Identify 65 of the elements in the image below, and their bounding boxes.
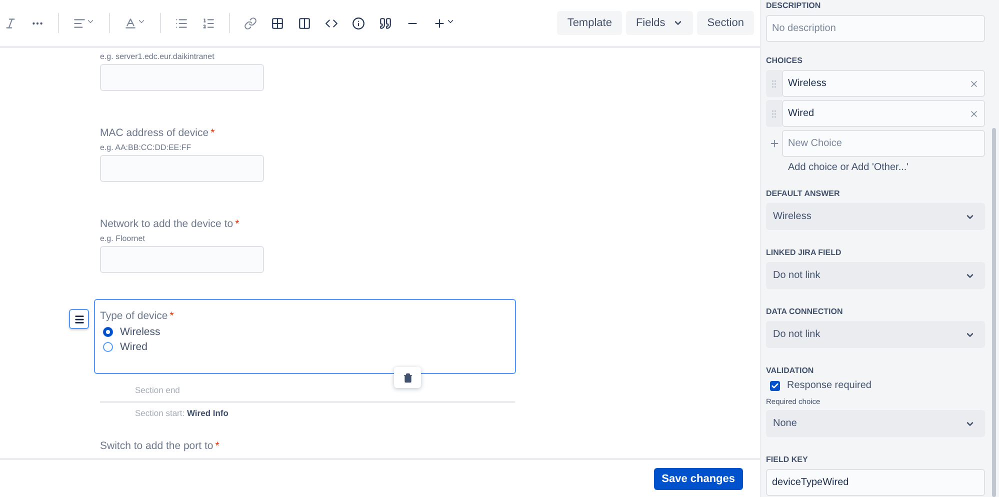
field-hint: e.g. Floornet [100, 234, 146, 243]
menu-icon[interactable] [74, 314, 84, 324]
select-field[interactable]: Wireless [766, 203, 985, 230]
required-asterisk: * [210, 127, 215, 139]
input-field[interactable] [100, 64, 264, 91]
trash-icon[interactable] [402, 372, 412, 382]
field-label: Switch to add the port to [100, 440, 214, 452]
code-icon[interactable] [325, 16, 338, 30]
select-field[interactable]: None [766, 410, 985, 437]
checkbox-label: Response required [787, 380, 872, 391]
section-label: LINKED JIRA FIELD [766, 248, 842, 257]
field-hint: e.g. server1.edc.eur.daikintranet [100, 52, 216, 61]
section-label: CHOICES [766, 56, 804, 65]
section-start-label: Section start: Wired Info [135, 408, 230, 418]
select-field[interactable]: Do not link [766, 262, 985, 289]
checkbox[interactable] [770, 380, 780, 390]
drag-handle-icon[interactable] [769, 108, 779, 118]
section-label: VALIDATION [766, 366, 815, 375]
numbered-list-icon[interactable] [202, 16, 215, 30]
field-label: Network to add the device to [100, 218, 234, 230]
save-button[interactable]: Save changes [654, 468, 743, 490]
close-icon[interactable] [969, 108, 979, 118]
input-field[interactable]: New Choice [782, 130, 985, 157]
italic-icon[interactable] [4, 16, 17, 30]
select-field[interactable]: Do not link [766, 321, 985, 348]
required-asterisk: * [215, 440, 220, 452]
bullet-list-icon[interactable] [175, 16, 188, 30]
toolbar-button[interactable]: Section [697, 11, 754, 35]
section-label: FIELD KEY [766, 455, 809, 464]
plus-icon[interactable] [433, 16, 446, 30]
section-end-label: Section end [135, 385, 181, 395]
menu-button[interactable] [69, 309, 89, 329]
field-label: MAC address of device [100, 127, 209, 139]
section-label: DEFAULT ANSWER [766, 189, 841, 198]
input-field[interactable]: deviceTypeWired [766, 469, 985, 496]
link-icon[interactable] [244, 16, 257, 30]
option-label: Wired [120, 341, 148, 353]
info-icon[interactable] [352, 16, 365, 30]
align-left-icon[interactable] [73, 16, 86, 30]
section-label: DATA CONNECTION [766, 307, 844, 316]
toolbar-button[interactable]: Template [557, 11, 622, 35]
columns-icon[interactable] [298, 16, 311, 30]
required-asterisk: * [170, 310, 174, 322]
caret-icon [673, 18, 684, 28]
radio-button[interactable] [103, 327, 113, 337]
radio-button[interactable] [103, 342, 113, 352]
quote-icon[interactable] [379, 16, 392, 30]
delete-button[interactable] [394, 367, 421, 388]
close-icon[interactable] [969, 78, 979, 88]
toolbar-button[interactable]: Fields [626, 11, 694, 35]
input-field[interactable] [100, 155, 264, 182]
option-label: Wireless [120, 326, 160, 338]
text-color-icon[interactable] [124, 16, 137, 30]
required-asterisk: * [235, 218, 240, 230]
field-hint: e.g. AA:BB:CC:DD:EE:FF [100, 143, 192, 152]
section-label: DESCRIPTION [766, 1, 822, 10]
input-field[interactable]: Wireless [782, 70, 985, 97]
scrollbar-thumb[interactable] [992, 128, 996, 497]
add-choice-link[interactable]: Add choice or Add 'Other...' [788, 162, 985, 173]
field-label: Type of device [100, 310, 168, 322]
drag-handle-icon[interactable] [769, 78, 779, 88]
input-field[interactable] [100, 246, 264, 273]
input-field[interactable]: Wired [782, 100, 985, 127]
input-field[interactable]: No description [766, 15, 985, 42]
table-icon[interactable] [271, 16, 284, 30]
